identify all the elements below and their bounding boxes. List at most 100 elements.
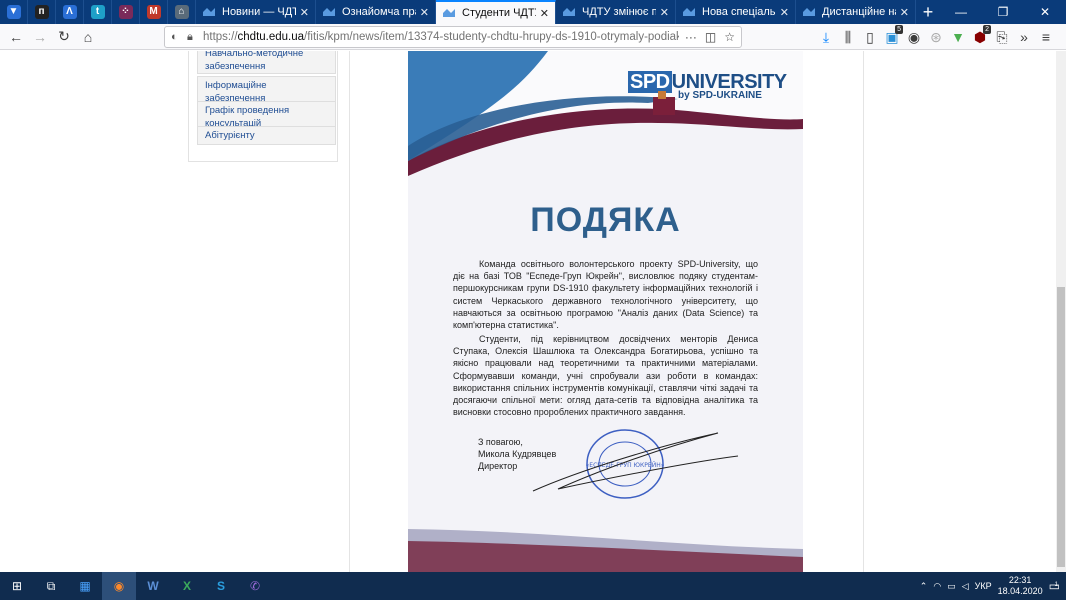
language-indicator[interactable]: УКР: [975, 581, 992, 591]
bookmark-star-icon[interactable]: ☆: [724, 30, 735, 44]
tab-label: ЧДТУ змінює парт: [582, 6, 656, 18]
site-favicon-icon: [802, 7, 816, 17]
back-button[interactable]: ←: [4, 26, 28, 48]
page-viewport: Навчально-методичне забезпечення Інформа…: [0, 51, 1056, 572]
close-tab-icon[interactable]: ✕: [420, 6, 429, 19]
windows-taskbar: ⊞ ⧉ ▦ ◉ W X S ✆ ⌃ ◠ ▭ ◁ УКР 22:31 18.04.…: [0, 572, 1066, 600]
tab-bar: ▼ пΛt ⁘ M ⌂ Новини — ЧДТУ ✕ Ознайомча практик ✕…: [0, 0, 1066, 24]
notification-icon[interactable]: ▭ 1: [1049, 579, 1060, 593]
close-tab-icon[interactable]: ✕: [540, 7, 549, 20]
pinned-tab[interactable]: ⌂: [168, 0, 196, 24]
pinned-tab[interactable]: ⁘: [112, 0, 140, 24]
grey-addon-icon[interactable]: ⊛: [925, 26, 947, 48]
excel-icon[interactable]: X: [170, 572, 204, 600]
pinned-tab[interactable]: t: [84, 0, 112, 24]
forward-button[interactable]: →: [28, 26, 52, 48]
extension-icon[interactable]: ▣ 5: [881, 25, 903, 48]
ublock-icon[interactable]: ⬢ 2: [969, 25, 991, 48]
arrow-left-icon: ←: [9, 28, 23, 45]
site-favicon-icon: [442, 8, 456, 18]
firefox-icon[interactable]: ◉: [102, 572, 136, 600]
site-favicon-icon: [322, 7, 336, 17]
pinned-tab[interactable]: M: [140, 0, 168, 24]
downloads-icon[interactable]: ⤓: [815, 26, 837, 48]
clock[interactable]: 22:31 18.04.2020: [998, 575, 1043, 597]
close-tab-icon[interactable]: ✕: [900, 6, 909, 19]
dots-icon: ⁘: [118, 5, 133, 19]
home-button[interactable]: ⌂: [76, 26, 100, 48]
word-icon[interactable]: W: [136, 572, 170, 600]
windows-start-icon[interactable]: ⊞: [0, 572, 34, 600]
battery-icon[interactable]: ▭: [947, 581, 956, 592]
toolbar-icons: ⤓ ⫼ ▯ ▣ 5 ◉ ⊛ ▼ ⬢ 2 ⎘ » ≡: [815, 24, 1057, 50]
tab[interactable]: Новини — ЧДТУ ✕: [196, 0, 316, 24]
tab-label: Новини — ЧДТУ: [222, 6, 296, 18]
gmail-icon: M: [146, 5, 161, 19]
tab[interactable]: ЧДТУ змінює парт ✕: [556, 0, 676, 24]
close-tab-icon[interactable]: ✕: [300, 6, 309, 19]
lock-icon[interactable]: 🔒︎: [187, 31, 203, 44]
skype-icon[interactable]: S: [204, 572, 238, 600]
account-icon[interactable]: ◉: [903, 26, 925, 48]
close-window-button[interactable]: ✕: [1024, 0, 1066, 24]
telegram-t-icon: t: [90, 5, 105, 19]
task-view-icon[interactable]: ⧉: [34, 572, 68, 600]
wifi-icon[interactable]: ◠: [933, 581, 941, 592]
tab-label: Ознайомча практик: [342, 6, 416, 18]
url-host: chdtu.edu.ua: [237, 31, 305, 43]
vpn-shield-icon: ▼: [6, 5, 21, 19]
screenshot-icon[interactable]: ⎘: [991, 26, 1013, 48]
scrollbar-thumb[interactable]: [1057, 287, 1065, 567]
tab-label: Дистанційне навча: [822, 6, 896, 18]
pinned-tab[interactable]: ▼: [0, 0, 28, 24]
left-sidebar: Навчально-методичне забезпечення Інформа…: [185, 51, 350, 572]
sidebar-item-methodical[interactable]: Навчально-методичне забезпечення: [197, 51, 336, 74]
viber-icon[interactable]: ✆: [238, 572, 272, 600]
close-tab-icon[interactable]: ✕: [780, 6, 789, 19]
window-controls: — ❐ ✕: [940, 0, 1066, 24]
close-tab-icon[interactable]: ✕: [660, 6, 669, 19]
site-favicon-icon: [202, 7, 216, 17]
tab[interactable]: Дистанційне навча ✕: [796, 0, 916, 24]
reload-button[interactable]: ↻: [52, 26, 76, 48]
new-tab-button[interactable]: +: [916, 0, 940, 24]
clock-date: 18.04.2020: [997, 586, 1043, 596]
sidebar-toggle-icon[interactable]: ▯: [859, 26, 881, 48]
tracking-protection-icon[interactable]: ◐: [171, 31, 187, 43]
library-icon[interactable]: ⫼: [837, 26, 859, 48]
sidebar-item-applicants[interactable]: Абітурієнту: [197, 126, 336, 145]
pinned-tab[interactable]: п: [28, 0, 56, 24]
extension-badge: 5: [895, 25, 903, 34]
system-tray: ⌃ ◠ ▭ ◁ УКР 22:31 18.04.2020 ▭ 1: [920, 575, 1066, 597]
url-bar[interactable]: ◐ 🔒︎ https:// chdtu.edu.ua /fitis/kpm/ne…: [164, 26, 742, 48]
chevron-up-icon[interactable]: ⌃: [920, 581, 928, 592]
url-path: /fitis/kpm/news/item/13374-studenty-chdt…: [304, 31, 679, 43]
url-protocol: https://: [203, 31, 238, 43]
minimize-button[interactable]: —: [940, 0, 982, 24]
home-icon: ⌂: [83, 28, 93, 45]
maximize-button[interactable]: ❐: [982, 0, 1024, 24]
tab[interactable]: Ознайомча практик ✕: [316, 0, 436, 24]
tab-label: Нова спеціальність: [702, 6, 776, 18]
tab[interactable]: Нова спеціальність ✕: [676, 0, 796, 24]
sidebar-menu: Навчально-методичне забезпечення Інформа…: [188, 51, 338, 162]
vertical-scrollbar[interactable]: [1056, 51, 1066, 572]
reload-icon: ↻: [58, 28, 70, 44]
volume-icon[interactable]: ◁: [962, 581, 969, 592]
addon-badge: 2: [983, 25, 991, 34]
navigation-bar: ← → ↻ ⌂ ◐ 🔒︎ https:// chdtu.edu.ua /fiti…: [0, 24, 1066, 50]
building-icon: ⌂: [174, 5, 189, 19]
clock-time: 22:31: [1008, 575, 1032, 585]
hamburger-menu-icon[interactable]: ≡: [1035, 26, 1057, 48]
download-helper-icon[interactable]: ▼: [947, 26, 969, 48]
page-actions-button[interactable]: ···: [685, 30, 697, 44]
site-favicon-icon: [682, 7, 696, 17]
lambda-icon: Λ: [62, 5, 77, 19]
pocket-icon[interactable]: ◫: [705, 30, 716, 44]
overflow-menu-icon[interactable]: »: [1013, 26, 1035, 48]
calendar-app-icon[interactable]: ▦: [68, 572, 102, 600]
tab-active[interactable]: Студенти ЧДТУ групи ✕: [436, 0, 556, 24]
site-favicon-icon: [562, 7, 576, 17]
pinned-tab[interactable]: Λ: [56, 0, 84, 24]
pi-icon: п: [34, 5, 49, 19]
